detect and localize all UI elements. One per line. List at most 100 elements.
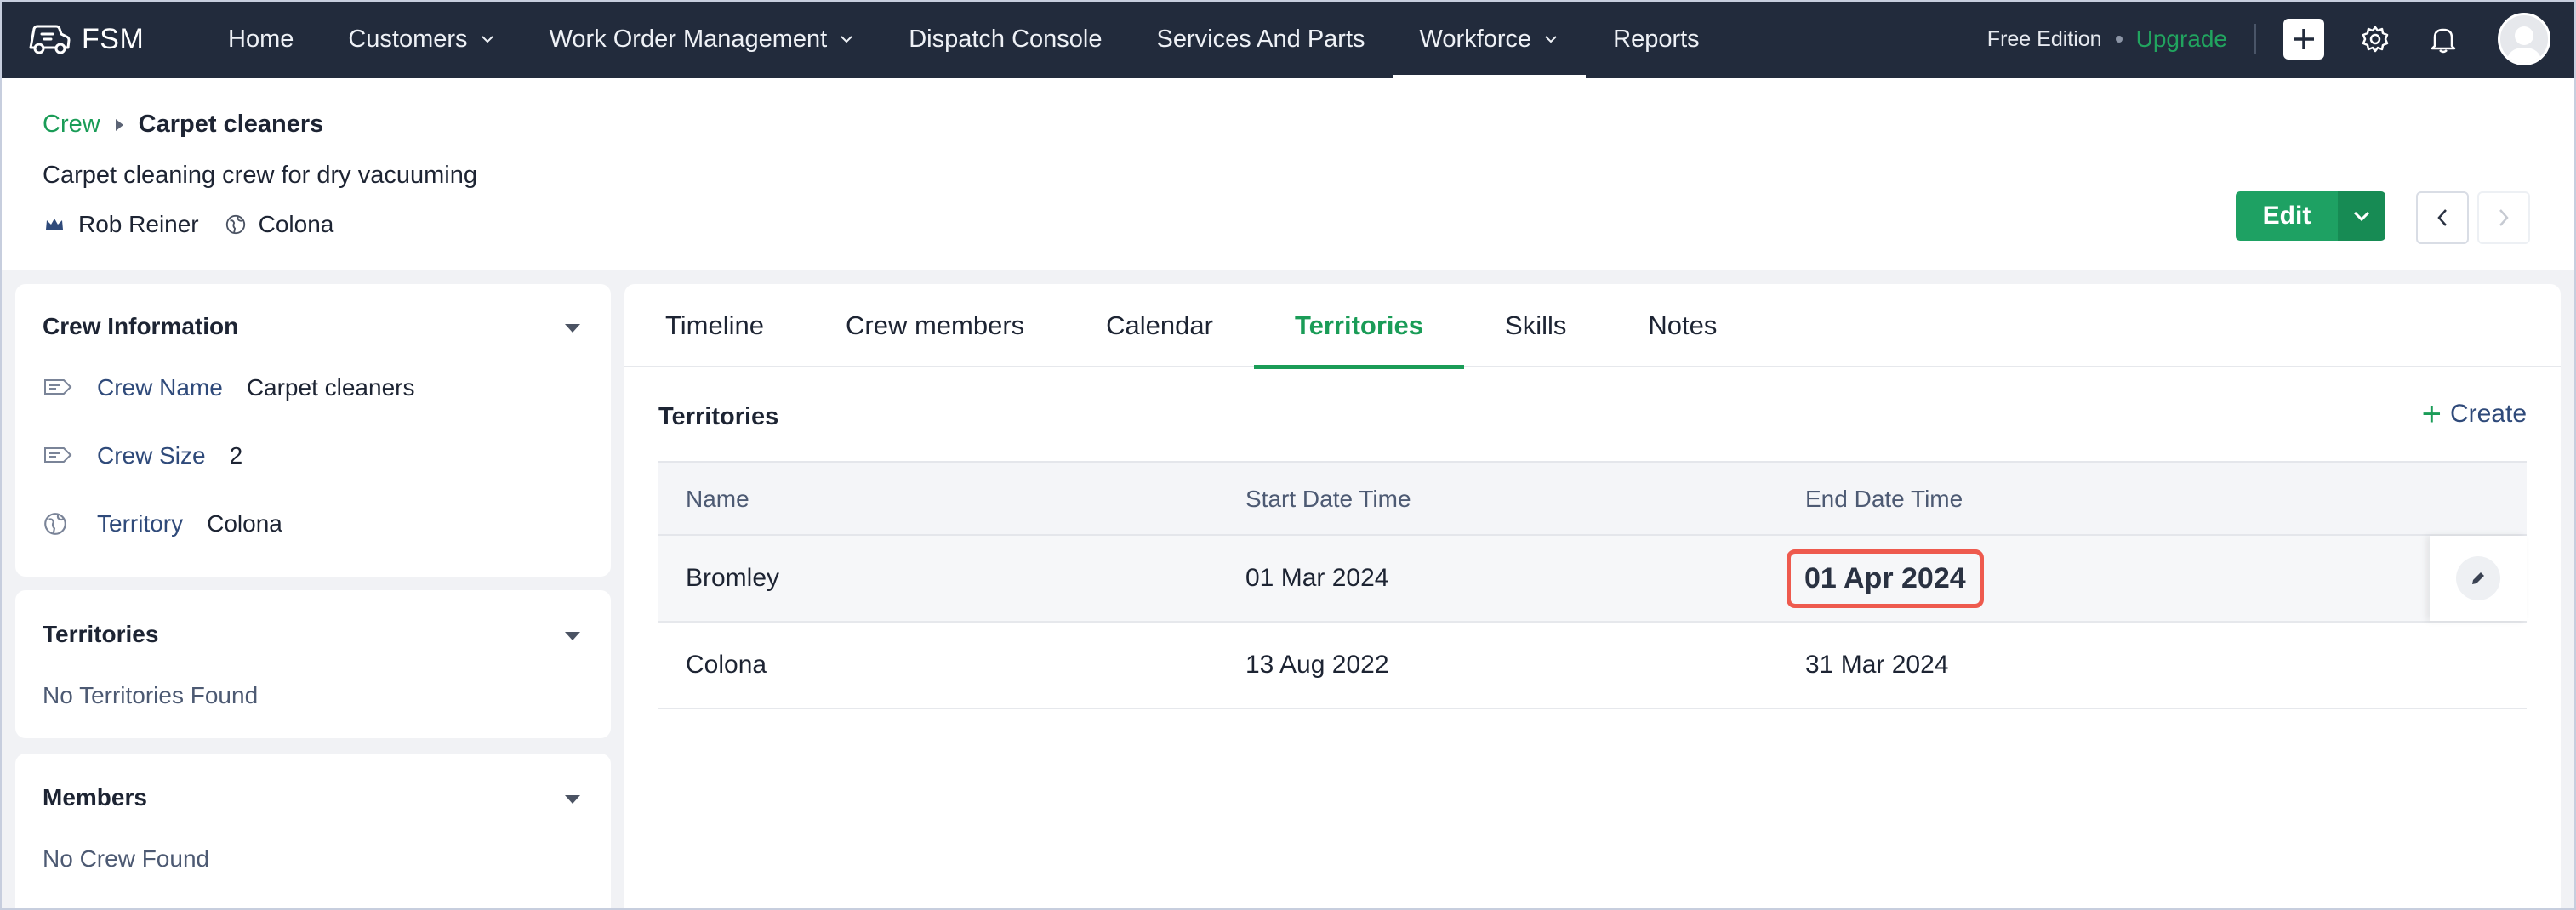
card-title: Crew Information (43, 313, 239, 339)
crew-description: Carpet cleaning crew for dry vacuuming (43, 162, 477, 189)
brand[interactable]: FSM (27, 22, 172, 56)
tag-icon (43, 375, 73, 401)
nav-item-work-order-management[interactable]: Work Order Management (522, 0, 882, 78)
territory-row: Territory Colona (43, 510, 282, 537)
territories-card: Territories No Territories Found (15, 590, 611, 738)
tab-crew-members[interactable]: Crew members (805, 284, 1065, 367)
nav-item-home[interactable]: Home (201, 0, 321, 78)
crew-leader: Rob Reiner (44, 211, 199, 238)
crew-territory: Colona (225, 211, 334, 238)
cell-end-date: 31 Mar 2024 (1805, 651, 1949, 679)
next-record-button[interactable] (2477, 191, 2530, 244)
tab-bar: Timeline Crew members Calendar Territori… (624, 284, 2561, 369)
card-title: Members (43, 784, 147, 810)
table-row[interactable]: Bromley 01 Mar 2024 01 Apr 2024 (658, 536, 2527, 623)
column-header-start-date-time[interactable]: Start Date Time (1245, 463, 1411, 536)
empty-state-text: No Territories Found (43, 682, 259, 708)
edition-label: Free Edition (1986, 26, 2102, 51)
nav-item-label: Home (228, 25, 294, 53)
info-value: 2 (229, 442, 243, 469)
nav-item-workforce[interactable]: Workforce (1392, 0, 1587, 78)
create-label: Create (2449, 400, 2527, 428)
cell-name: Colona (686, 651, 767, 679)
nav-item-label: Workforce (1419, 25, 1532, 53)
tab-calendar[interactable]: Calendar (1065, 284, 1254, 367)
highlighted-end-date: 01 Apr 2024 (1787, 549, 1984, 608)
nav-item-reports[interactable]: Reports (1586, 0, 1727, 78)
edit-row-button[interactable] (2456, 556, 2500, 600)
nav-item-dispatch-console[interactable]: Dispatch Console (881, 0, 1129, 78)
chevron-right-icon (2499, 209, 2509, 226)
tab-timeline[interactable]: Timeline (650, 284, 805, 367)
breadcrumb-current: Carpet cleaners (138, 111, 324, 138)
info-label: Crew Name (97, 374, 223, 401)
cell-name: Bromley (686, 564, 780, 592)
nav-item-label: Customers (348, 25, 468, 53)
main-menu: Home Customers Work Order Management Dis… (201, 0, 1727, 78)
crew-size-row: Crew Size 2 (43, 442, 242, 469)
chevron-down-icon (1545, 36, 1557, 43)
cell-start-date: 01 Mar 2024 (1245, 564, 1389, 592)
info-label: Territory (97, 510, 184, 537)
plus-icon: + (2421, 395, 2442, 433)
tab-skills[interactable]: Skills (1464, 284, 1607, 367)
nav-item-label: Work Order Management (549, 25, 828, 53)
main-content-panel: Timeline Crew members Calendar Territori… (624, 284, 2561, 910)
fsm-truck-logo-icon (29, 25, 71, 54)
previous-record-button[interactable] (2416, 191, 2469, 244)
nav-item-label: Services And Parts (1156, 25, 1365, 53)
chevron-down-icon (2353, 211, 2370, 222)
collapse-caret-icon[interactable] (565, 324, 580, 333)
card-title: Territories (43, 621, 159, 647)
row-action-panel (2430, 536, 2527, 621)
territories-table: Name Start Date Time End Date Time Broml… (658, 461, 2527, 709)
pencil-icon (2472, 572, 2484, 584)
record-pager (2416, 191, 2530, 244)
nav-item-label: Reports (1613, 25, 1700, 53)
plus-icon (2294, 29, 2314, 49)
cell-start-date: 13 Aug 2022 (1245, 651, 1389, 679)
brand-name: FSM (82, 22, 145, 55)
gear-icon (2362, 26, 2389, 53)
edit-dropdown-button[interactable] (2338, 191, 2385, 241)
crew-territory-name: Colona (258, 211, 334, 237)
info-value: Colona (207, 510, 282, 537)
globe-icon (43, 511, 73, 537)
edit-button[interactable]: Edit (2236, 191, 2338, 241)
collapse-caret-icon[interactable] (565, 795, 580, 804)
crew-leader-name: Rob Reiner (78, 211, 199, 237)
top-navigation-bar: FSM Home Customers Work Order Management… (0, 0, 2576, 78)
chevron-down-icon (481, 36, 493, 43)
create-territory-button[interactable]: + Create (2421, 395, 2527, 433)
section-title: Territories (658, 403, 779, 430)
nav-item-services-and-parts[interactable]: Services And Parts (1130, 0, 1393, 78)
crew-name-row: Crew Name Carpet cleaners (43, 374, 414, 401)
members-card: Members No Crew Found (15, 754, 611, 910)
column-header-end-date-time[interactable]: End Date Time (1805, 463, 1963, 536)
breadcrumb: Crew Carpet cleaners (43, 111, 323, 139)
table-header: Name Start Date Time End Date Time (658, 461, 2527, 536)
column-header-name[interactable]: Name (686, 463, 749, 536)
tab-territories[interactable]: Territories (1253, 284, 1465, 369)
globe-icon (225, 213, 247, 236)
quick-create-button[interactable] (2283, 19, 2324, 60)
user-avatar[interactable] (2498, 13, 2550, 65)
table-row[interactable]: Colona 13 Aug 2022 31 Mar 2024 (658, 623, 2527, 709)
nav-right-actions: Free Edition Upgrade (1987, 0, 2576, 78)
upgrade-link[interactable]: Upgrade (2136, 26, 2227, 53)
edit-button-group: Edit (2236, 191, 2385, 241)
collapse-caret-icon[interactable] (565, 632, 580, 640)
chevron-left-icon (2437, 209, 2447, 226)
dot-separator (2115, 36, 2123, 43)
breadcrumb-separator-icon (115, 118, 123, 131)
cell-end-date: 01 Apr 2024 (1787, 536, 1984, 621)
notifications-button[interactable] (2426, 22, 2460, 56)
breadcrumb-crew-link[interactable]: Crew (43, 111, 100, 139)
nav-item-label: Dispatch Console (909, 25, 1103, 53)
empty-state-text: No Crew Found (43, 845, 210, 872)
tab-notes[interactable]: Notes (1607, 284, 1758, 367)
nav-item-customers[interactable]: Customers (321, 0, 521, 78)
settings-button[interactable] (2358, 22, 2392, 56)
bell-icon (2431, 28, 2456, 54)
divider (2254, 24, 2256, 54)
